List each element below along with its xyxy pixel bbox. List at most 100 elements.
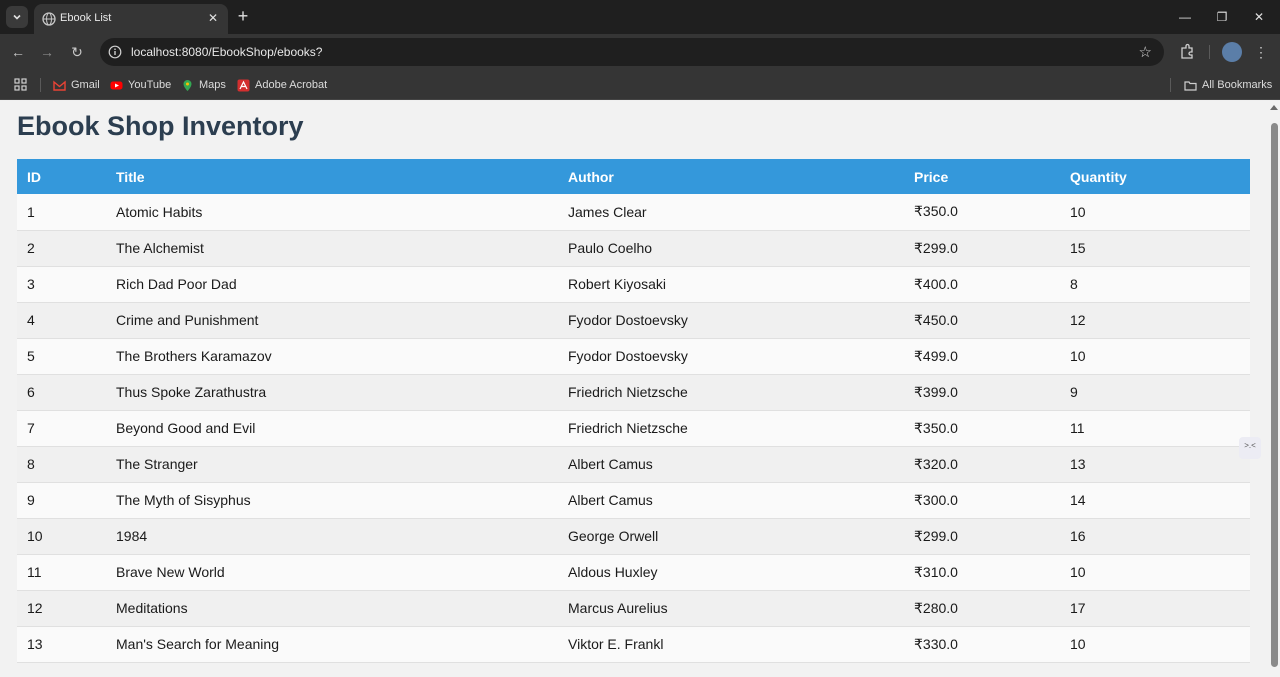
cell-price: ₹299.0 [914, 527, 958, 544]
cell-author: Albert Camus [568, 456, 653, 472]
table-row: 11 Brave New World Aldous Huxley ₹310.0 10 [17, 554, 1250, 590]
cell-price: ₹330.0 [914, 635, 958, 652]
table-row: 12 Meditations Marcus Aurelius ₹280.0 17 [17, 590, 1250, 626]
table-row: 7 Beyond Good and Evil Friedrich Nietzsche… [17, 410, 1250, 446]
new-tab-button[interactable]: + [234, 7, 252, 25]
table-row: 2 The Alchemist Paulo Coelho ₹299.0 15 [17, 230, 1250, 266]
cell-quantity: 10 [1070, 348, 1086, 364]
table-header-row: ID Title Author Price Quantity [17, 159, 1250, 194]
cell-title: The Brothers Karamazov [116, 348, 272, 364]
column-header-price: Price [914, 168, 949, 185]
tab-strip: Ebook List ✕ + — ❐ ✕ [0, 0, 1280, 34]
cell-price: ₹350.0 [914, 203, 958, 220]
side-panel-widget-icon[interactable]: >.< [1239, 437, 1261, 459]
column-header-id: ID [27, 168, 41, 185]
column-header-title: Title [116, 168, 145, 185]
cell-title: The Myth of Sisyphus [116, 492, 251, 508]
bookmark-youtube[interactable]: YouTube [110, 77, 171, 93]
cell-id: 9 [27, 492, 35, 508]
bookmark-star-icon[interactable]: ☆ [1139, 43, 1152, 61]
cell-author: Fyodor Dostoevsky [568, 312, 688, 328]
toolbar-divider [1209, 45, 1210, 59]
forward-arrow-icon[interactable]: → [38, 43, 56, 61]
cell-title: The Alchemist [116, 240, 204, 256]
cell-title: Thus Spoke Zarathustra [116, 384, 267, 400]
cell-author: Friedrich Nietzsche [568, 384, 688, 400]
folder-icon [1184, 80, 1197, 91]
cell-id: 7 [27, 420, 35, 436]
table-row: 4 Crime and Punishment Fyodor Dostoevsky ₹4… [17, 302, 1250, 338]
cell-title: Rich Dad Poor Dad [116, 276, 237, 292]
tab-active[interactable]: Ebook List ✕ [34, 4, 228, 34]
cell-quantity: 16 [1070, 528, 1086, 544]
table-row: 10 1984 George Orwell ₹299.0 16 [17, 518, 1250, 554]
close-tab-icon[interactable]: ✕ [206, 11, 220, 25]
cell-author: Friedrich Nietzsche [568, 420, 688, 436]
cell-price: ₹400.0 [914, 275, 958, 292]
cell-title: Crime and Punishment [116, 312, 259, 328]
cell-quantity: 15 [1070, 240, 1086, 256]
table-row: 1 Atomic Habits James Clear ₹350.0 10 [17, 194, 1250, 230]
cell-title: Beyond Good and Evil [116, 420, 256, 436]
close-window-icon[interactable]: ✕ [1250, 8, 1268, 26]
cell-id: 8 [27, 456, 35, 472]
bookmarks-bar: Gmail YouTube Maps Adobe Acrobat All Boo… [0, 70, 1280, 100]
cell-author: Aldous Huxley [568, 564, 658, 580]
apps-grid-icon[interactable] [14, 78, 28, 92]
cell-price: ₹320.0 [914, 455, 958, 472]
bookmark-label: Maps [199, 79, 226, 91]
cell-id: 1 [27, 203, 35, 220]
cell-id: 2 [27, 240, 35, 256]
menu-dots-icon[interactable]: ⋮ [1252, 43, 1270, 61]
scrollbar-thumb[interactable] [1271, 123, 1278, 667]
bookmark-maps[interactable]: Maps [181, 77, 226, 93]
cell-title: The Stranger [116, 456, 198, 472]
bookmark-gmail[interactable]: Gmail [53, 77, 100, 93]
cell-quantity: 10 [1070, 564, 1086, 580]
address-bar[interactable]: localhost:8080/EbookShop/ebooks? ☆ [100, 38, 1164, 66]
page-content: Ebook Shop Inventory ID Title Author Pri… [0, 101, 1268, 677]
cell-quantity: 12 [1070, 312, 1086, 328]
cell-author: Robert Kiyosaki [568, 276, 667, 292]
info-icon[interactable] [108, 45, 122, 59]
table-row: 13 Man's Search for Meaning Viktor E. Fran… [17, 626, 1250, 662]
extensions-icon[interactable] [1178, 43, 1196, 61]
restore-icon[interactable]: ❐ [1213, 8, 1231, 26]
table-row: 5 The Brothers Karamazov Fyodor Dostoevsky… [17, 338, 1250, 374]
minimize-icon[interactable]: — [1176, 8, 1194, 26]
cell-author: Albert Camus [568, 492, 653, 508]
bookmark-label: YouTube [128, 79, 172, 91]
back-arrow-icon[interactable]: ← [9, 43, 27, 61]
cell-author: Fyodor Dostoevsky [568, 348, 688, 364]
url-text[interactable]: localhost:8080/EbookShop/ebooks? [131, 45, 322, 59]
tab-search-button[interactable] [6, 6, 28, 28]
cell-author: Viktor E. Frankl [568, 636, 664, 652]
reload-icon[interactable]: ↻ [68, 43, 86, 61]
table-row: 9 The Myth of Sisyphus Albert Camus ₹300.0 1… [17, 482, 1250, 518]
column-header-quantity: Quantity [1070, 168, 1127, 185]
tab-title: Ebook List [60, 12, 112, 24]
globe-icon [42, 12, 56, 26]
bookmark-acrobat[interactable]: Adobe Acrobat [237, 77, 327, 93]
table-body: 1 Atomic Habits James Clear ₹350.0 10 2 The Al… [17, 194, 1250, 662]
all-bookmarks-button[interactable]: All Bookmarks [1184, 77, 1272, 93]
cell-id: 12 [27, 600, 43, 616]
cell-price: ₹280.0 [914, 599, 958, 616]
table-row: 6 Thus Spoke Zarathustra Friedrich Nietzsc… [17, 374, 1250, 410]
cell-quantity: 17 [1070, 600, 1086, 616]
cell-price: ₹299.0 [914, 239, 958, 256]
profile-avatar[interactable] [1222, 42, 1242, 62]
scroll-up-arrow-icon[interactable] [1270, 105, 1278, 110]
bookmark-separator [40, 78, 41, 92]
cell-quantity: 11 [1070, 420, 1085, 436]
cell-price: ₹399.0 [914, 383, 958, 400]
cell-title: Atomic Habits [116, 203, 203, 220]
page-scrollbar[interactable] [1268, 101, 1280, 677]
table-row: 3 Rich Dad Poor Dad Robert Kiyosaki ₹400.0 8 [17, 266, 1250, 302]
bookmark-label: Adobe Acrobat [255, 79, 328, 91]
cell-id: 3 [27, 276, 35, 292]
cell-quantity: 10 [1070, 636, 1086, 652]
cell-price: ₹350.0 [914, 419, 958, 436]
table-row: 8 The Stranger Albert Camus ₹320.0 13 [17, 446, 1250, 482]
browser-toolbar: ← → ↻ localhost:8080/EbookShop/ebooks? ☆… [0, 34, 1280, 70]
